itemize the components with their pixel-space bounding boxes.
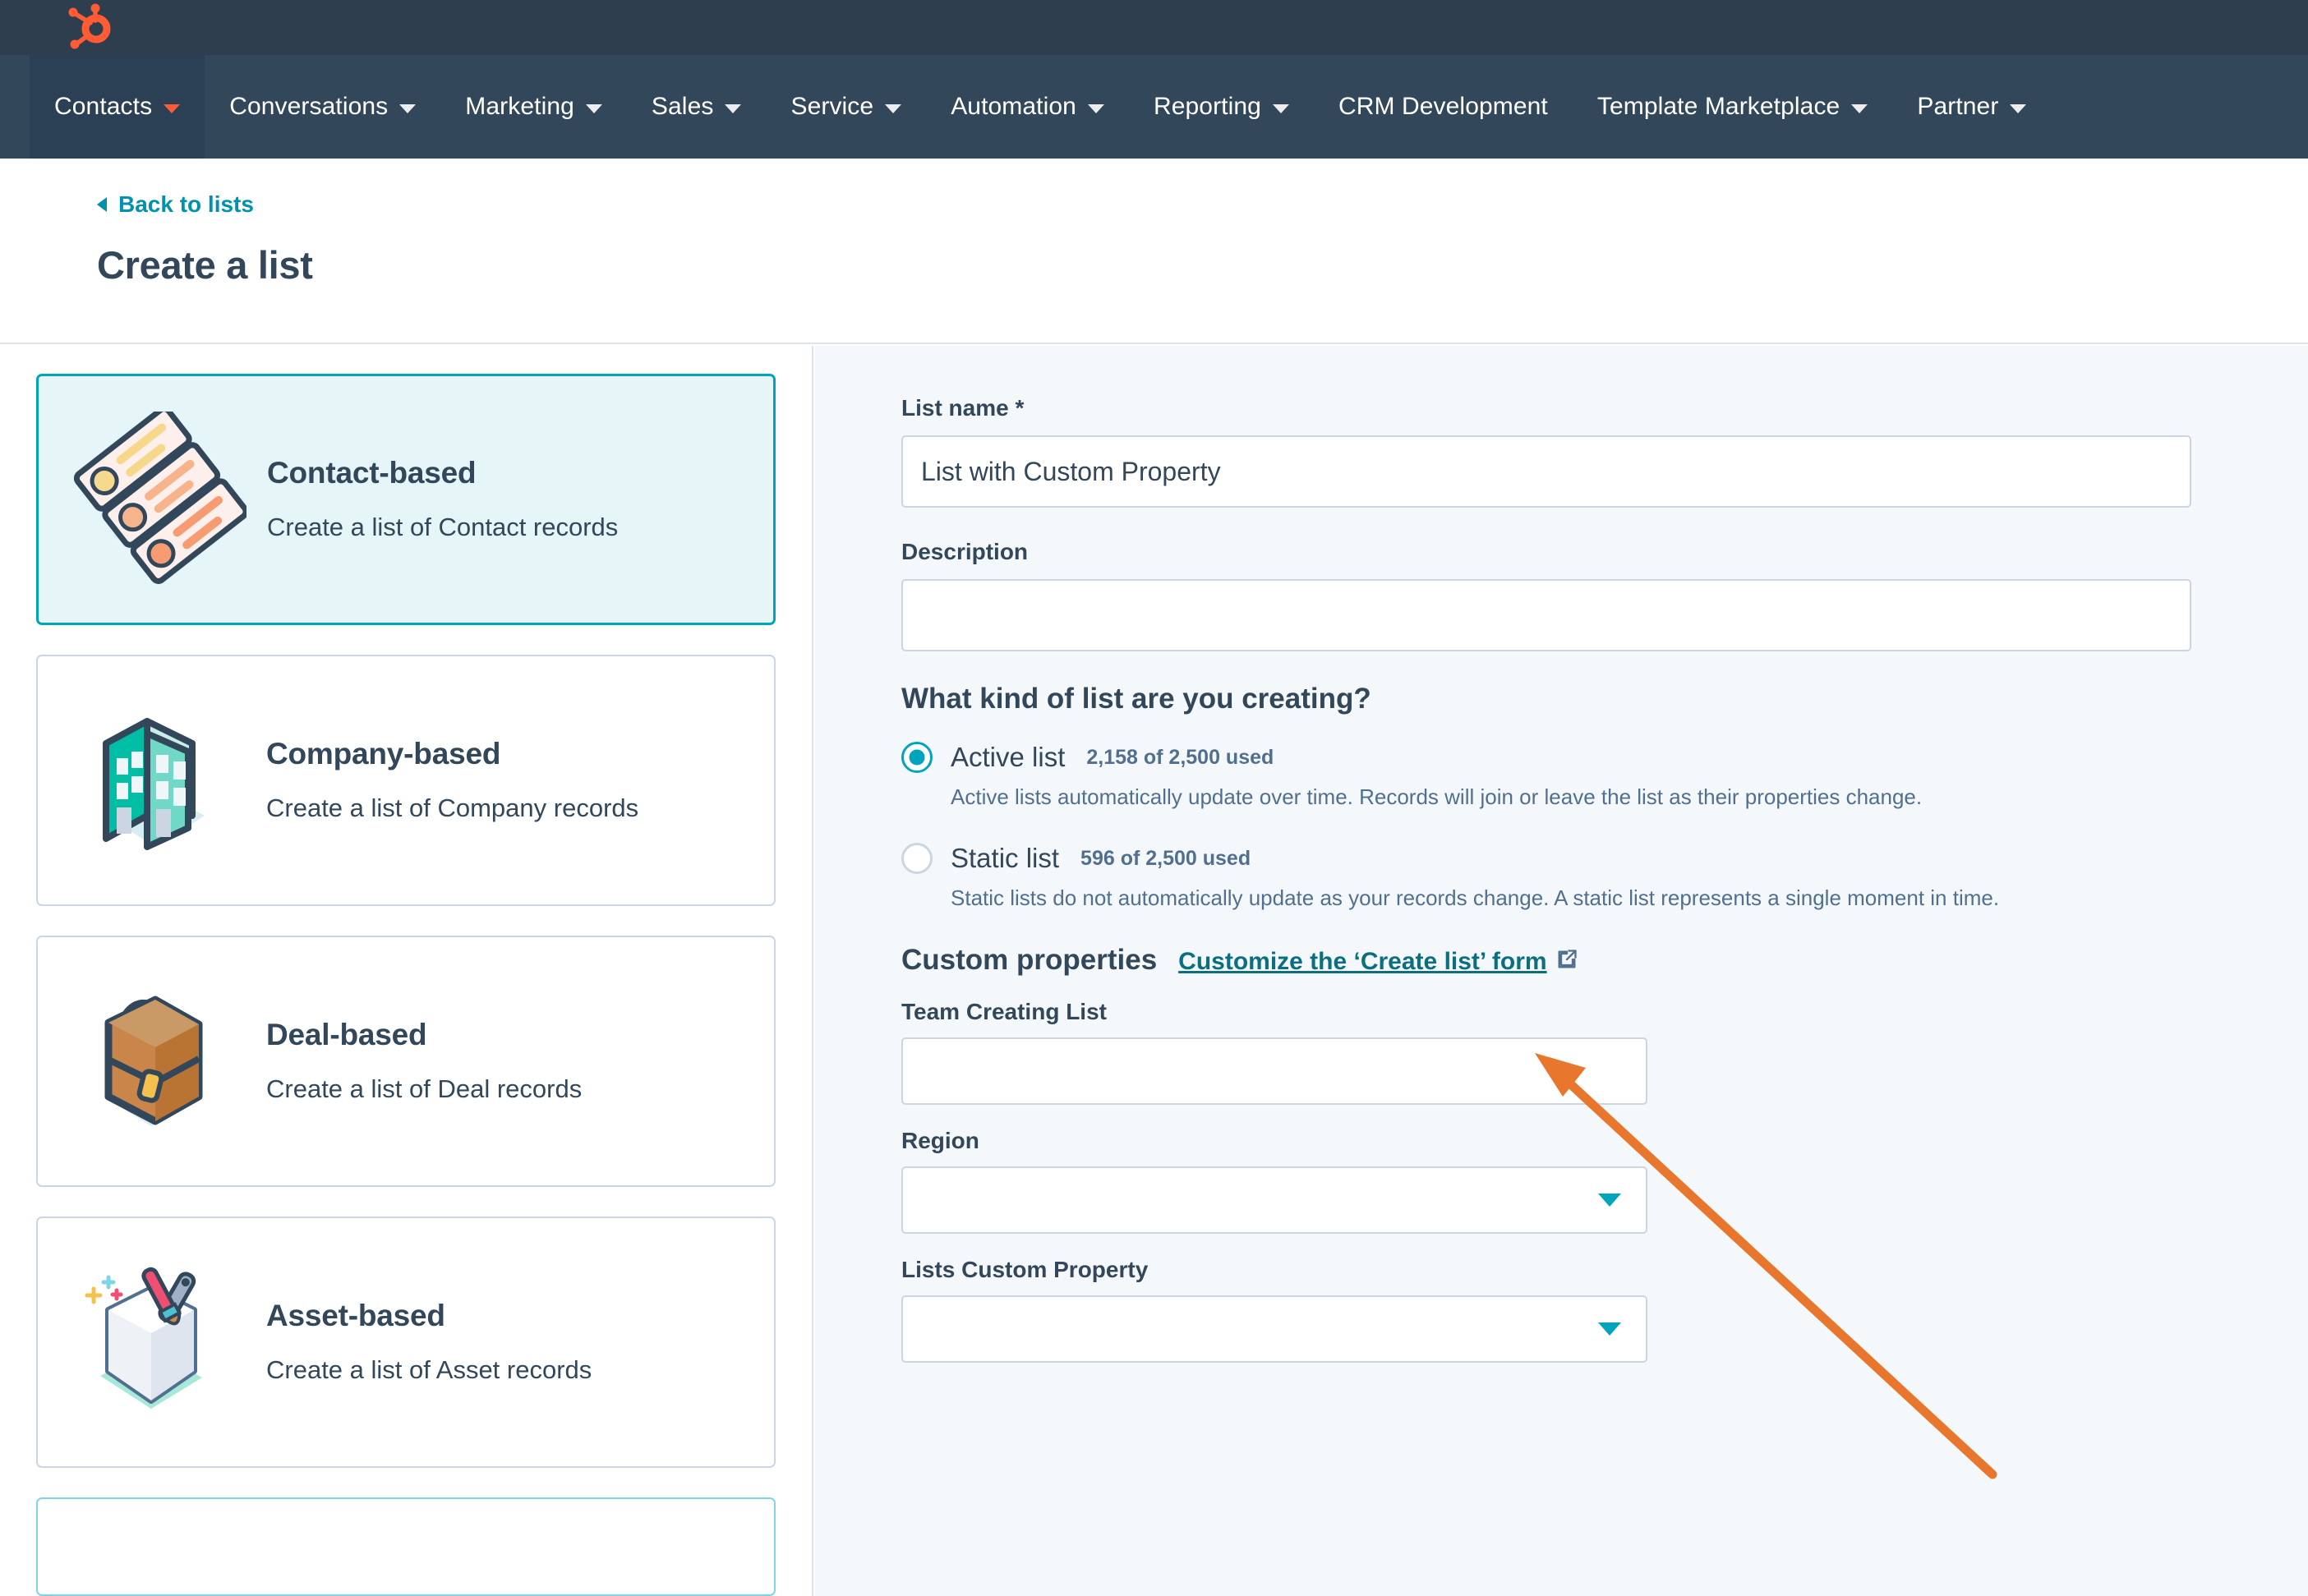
chevron-down-icon	[1851, 103, 1868, 113]
chevron-down-icon	[885, 103, 902, 113]
nav-item-label: Automation	[951, 93, 1076, 120]
main-navigation[interactable]: Contacts Conversations Marketing Sales S…	[0, 55, 2308, 159]
contact-cards-icon	[63, 405, 252, 594]
active-list-help: Active lists automatically update over t…	[951, 784, 1923, 809]
lists-custom-property-select[interactable]	[901, 1295, 1647, 1363]
nav-item-label: Conversations	[229, 93, 389, 120]
page-title: Create a list	[97, 243, 313, 287]
page-header: Back to lists Create a list	[0, 159, 2308, 344]
customize-link-label: Customize the ‘Create list’ form	[1178, 948, 1547, 975]
list-type-title: Deal-based	[266, 1018, 427, 1052]
description-field-group: Description	[901, 539, 2222, 651]
description-input[interactable]	[901, 579, 2191, 651]
external-link-icon	[1555, 948, 1578, 977]
active-list-label: Active list	[951, 742, 1066, 772]
chevron-down-icon	[725, 103, 742, 113]
active-list-option[interactable]: Active list 2,158 of 2,500 used Active l…	[901, 742, 2222, 810]
region-field-group: Region	[901, 1128, 2222, 1234]
briefcase-icon	[62, 967, 251, 1156]
list-type-description: Create a list of Deal records	[266, 1074, 583, 1104]
nav-item-service[interactable]: Service	[766, 55, 926, 159]
nav-item-contacts[interactable]: Contacts	[30, 55, 205, 159]
hubspot-sprocket-logo[interactable]	[64, 3, 115, 51]
nav-item-label: Sales	[651, 93, 714, 120]
asset-cube-tools-icon	[62, 1248, 251, 1437]
nav-item-label: Partner	[1917, 93, 1999, 120]
chevron-down-icon	[1087, 103, 1104, 113]
chevron-left-icon	[97, 197, 107, 212]
lists-custom-property-field-group: Lists Custom Property	[901, 1257, 2222, 1363]
nav-item-crm-development[interactable]: CRM Development	[1314, 55, 1573, 159]
region-select[interactable]	[901, 1166, 1647, 1234]
team-creating-list-label: Team Creating List	[901, 999, 1107, 1024]
lists-custom-property-label: Lists Custom Property	[901, 1257, 1149, 1282]
chevron-down-icon	[585, 103, 602, 113]
list-type-panel: Contact-based Create a list of Contact r…	[0, 346, 813, 1596]
nav-item-sales[interactable]: Sales	[627, 55, 767, 159]
nav-item-label: CRM Development	[1338, 93, 1548, 120]
list-type-title: Asset-based	[266, 1299, 445, 1333]
nav-item-template-marketplace[interactable]: Template Marketplace	[1573, 55, 1892, 159]
description-label: Description	[901, 539, 1029, 564]
customize-create-list-form-link[interactable]: Customize the ‘Create list’ form	[1178, 948, 1578, 977]
office-building-icon	[62, 686, 251, 875]
list-kind-question: What kind of list are you creating?	[901, 683, 1371, 715]
list-type-card-company-based[interactable]: Company-based Create a list of Company r…	[36, 655, 776, 906]
nav-item-partner[interactable]: Partner	[1892, 55, 2051, 159]
list-type-title: Contact-based	[267, 456, 477, 490]
chevron-down-icon	[399, 103, 417, 113]
static-list-radio[interactable]	[901, 843, 933, 874]
nav-item-label: Contacts	[54, 93, 153, 120]
list-name-input[interactable]	[901, 435, 2191, 508]
team-creating-list-field-group: Team Creating List	[901, 999, 2222, 1105]
custom-properties-header: Custom properties Customize the ‘Create …	[901, 944, 2222, 977]
back-to-lists-label: Back to lists	[118, 191, 254, 217]
static-list-label: Static list	[951, 843, 1060, 873]
chevron-down-icon	[164, 103, 181, 113]
nav-item-marketing[interactable]: Marketing	[440, 55, 627, 159]
custom-properties-title: Custom properties	[901, 944, 1158, 976]
nav-item-label: Marketing	[465, 93, 574, 120]
nav-item-reporting[interactable]: Reporting	[1129, 55, 1314, 159]
chevron-down-icon	[1272, 103, 1289, 113]
list-name-field-group: List name *	[901, 395, 2222, 508]
list-type-description: Create a list of Company records	[266, 793, 639, 823]
create-list-form-panel: List name * Description What kind of lis…	[815, 346, 2308, 1596]
list-type-card-next-partial[interactable]	[36, 1497, 776, 1596]
static-list-option[interactable]: Static list 596 of 2,500 used Static lis…	[901, 843, 2222, 911]
nav-item-label: Service	[790, 93, 874, 120]
region-label: Region	[901, 1128, 979, 1153]
list-type-description: Create a list of Contact records	[267, 513, 619, 542]
nav-item-label: Reporting	[1153, 93, 1261, 120]
active-list-radio[interactable]	[901, 742, 933, 773]
list-type-card-contact-based[interactable]: Contact-based Create a list of Contact r…	[36, 374, 776, 625]
active-list-usage: 2,158 of 2,500 used	[1086, 745, 1274, 769]
list-name-label: List name *	[901, 395, 1025, 421]
chevron-down-icon	[2010, 103, 2027, 113]
static-list-usage: 596 of 2,500 used	[1080, 846, 1251, 870]
top-bar	[0, 0, 2308, 55]
list-type-card-deal-based[interactable]: Deal-based Create a list of Deal records	[36, 936, 776, 1187]
team-creating-list-input[interactable]	[901, 1037, 1647, 1105]
nav-item-label: Template Marketplace	[1596, 93, 1840, 120]
static-list-help: Static lists do not automatically update…	[951, 885, 2000, 910]
nav-item-automation[interactable]: Automation	[926, 55, 1129, 159]
list-type-title: Company-based	[266, 737, 501, 771]
list-type-card-asset-based[interactable]: Asset-based Create a list of Asset recor…	[36, 1217, 776, 1468]
list-type-description: Create a list of Asset records	[266, 1355, 592, 1385]
nav-item-conversations[interactable]: Conversations	[205, 55, 440, 159]
back-to-lists-link[interactable]: Back to lists	[97, 191, 254, 218]
